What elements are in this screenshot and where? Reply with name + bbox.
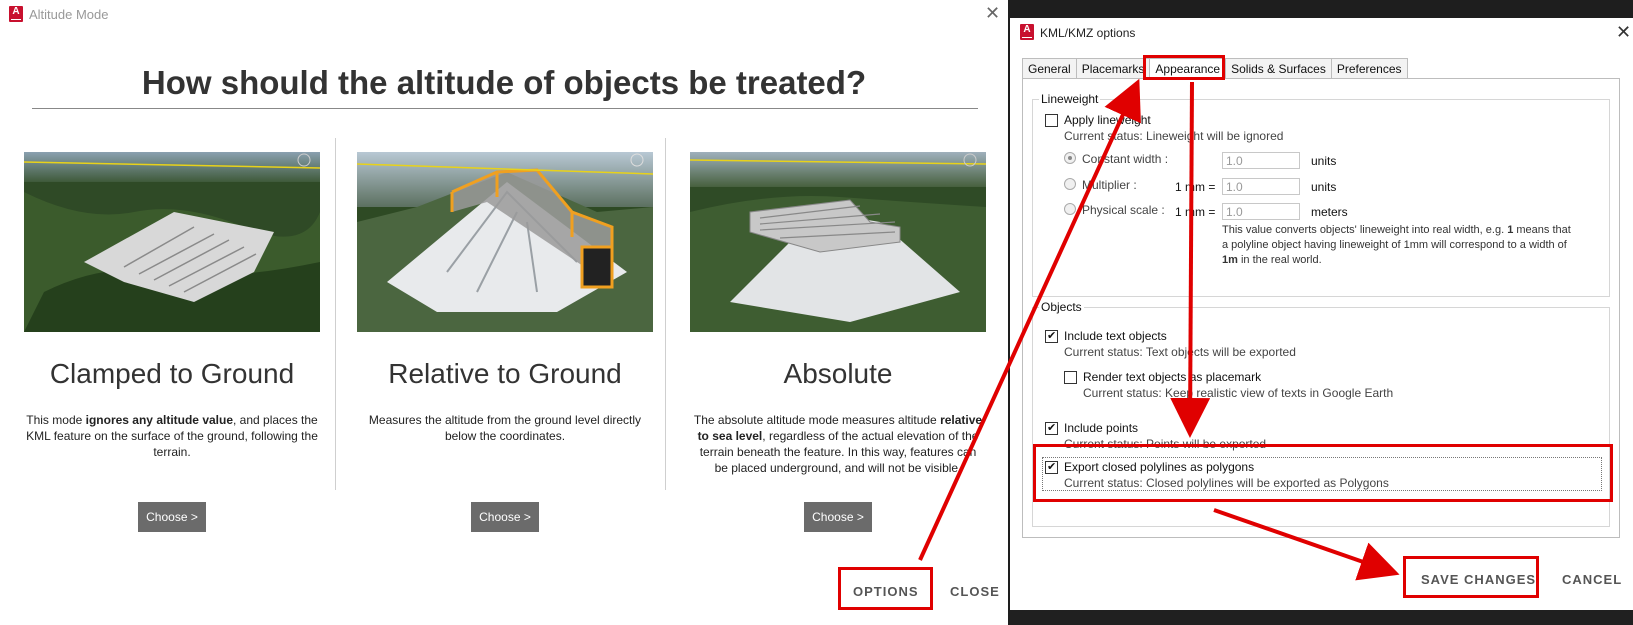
include-text-label: Include text objects	[1064, 329, 1167, 343]
mode-title: Relative to Ground	[388, 358, 622, 389]
physical-scale-input[interactable]	[1222, 203, 1300, 220]
window-title: KML/KMZ options	[1040, 26, 1136, 40]
kml-options-window: A KML/KMZ options ✕ General Placemarks A…	[1010, 18, 1633, 610]
group-label: Lineweight	[1039, 92, 1101, 106]
taskbar-strip	[1010, 610, 1633, 625]
group-label: Objects	[1039, 300, 1084, 314]
physical-scale-radio[interactable]	[1064, 203, 1076, 215]
window-title: Altitude Mode	[29, 7, 109, 22]
choose-clamped-button[interactable]: Choose >	[138, 502, 206, 532]
close-icon[interactable]: ✕	[1616, 23, 1631, 41]
physical-scale-unit: meters	[1311, 205, 1348, 219]
close-icon[interactable]: ✕	[985, 4, 1000, 22]
apply-lineweight-label: Apply lineweight	[1064, 113, 1151, 127]
tab-general[interactable]: General	[1022, 58, 1077, 79]
multiplier-radio[interactable]	[1064, 178, 1076, 190]
altitude-mode-window: A Altitude Mode ✕ How should the altitud…	[0, 0, 1008, 625]
cancel-button[interactable]: CANCEL	[1562, 572, 1622, 587]
export-polygons-label: Export closed polylines as polygons	[1064, 460, 1255, 474]
mode-description: This mode ignores any altitude value, an…	[26, 413, 318, 459]
relative-preview-image	[357, 152, 653, 332]
lineweight-note: This value converts objects' lineweight …	[1222, 224, 1571, 266]
mode-absolute: Absolute The absolute altitude mode meas…	[690, 152, 986, 476]
render-text-label: Render text objects as placemark	[1083, 370, 1262, 384]
column-divider	[335, 138, 336, 490]
physical-scale-label: Physical scale :	[1082, 203, 1165, 217]
constant-width-unit: units	[1311, 154, 1337, 168]
save-changes-button[interactable]: SAVE CHANGES	[1421, 572, 1536, 587]
include-text-checkbox[interactable]	[1045, 329, 1058, 343]
mode-title: Absolute	[783, 358, 893, 389]
multiplier-input[interactable]	[1222, 178, 1300, 195]
autodesk-app-icon: A	[1020, 24, 1034, 40]
clamped-preview-image	[24, 152, 320, 332]
physical-scale-prefix: 1 mm =	[1175, 205, 1216, 219]
autodesk-app-icon: A	[9, 6, 23, 22]
tab-solids-surfaces[interactable]: Solids & Surfaces	[1225, 58, 1332, 79]
tab-appearance[interactable]: Appearance	[1149, 58, 1227, 79]
apply-lineweight-status: Current status: Lineweight will be ignor…	[1064, 129, 1284, 143]
export-polygons-checkbox[interactable]	[1045, 460, 1058, 474]
mode-description: The absolute altitude mode measures alti…	[693, 413, 983, 475]
include-points-label: Include points	[1064, 421, 1139, 435]
page-title: How should the altitude of objects be tr…	[141, 64, 867, 101]
include-points-status: Current status: Points will be exported	[1064, 437, 1267, 451]
constant-width-radio[interactable]	[1064, 152, 1076, 164]
include-text-status: Current status: Text objects will be exp…	[1064, 345, 1296, 359]
tab-bar: General Placemarks Appearance Solids & S…	[1022, 58, 1408, 79]
constant-width-label: Constant width :	[1082, 152, 1169, 166]
multiplier-prefix: 1 mm =	[1175, 180, 1216, 194]
column-divider	[665, 138, 666, 490]
render-text-status: Current status: Keep realistic view of t…	[1083, 386, 1394, 400]
absolute-preview-image	[690, 152, 986, 332]
tab-placemarks[interactable]: Placemarks	[1075, 58, 1151, 79]
render-text-checkbox[interactable]	[1064, 371, 1077, 384]
apply-lineweight-checkbox[interactable]	[1045, 114, 1058, 127]
choose-absolute-button[interactable]: Choose >	[804, 502, 872, 532]
close-button[interactable]: CLOSE	[950, 584, 1000, 599]
include-points-checkbox[interactable]	[1045, 421, 1058, 435]
multiplier-label: Multiplier :	[1082, 178, 1137, 192]
export-polygons-status: Current status: Closed polylines will be…	[1064, 476, 1389, 490]
choose-relative-button[interactable]: Choose >	[471, 502, 539, 532]
mode-description: Measures the altitude from the ground le…	[368, 413, 642, 443]
constant-width-input[interactable]	[1222, 152, 1300, 169]
multiplier-unit: units	[1311, 180, 1337, 194]
tab-preferences[interactable]: Preferences	[1330, 58, 1408, 79]
title-divider	[32, 108, 978, 109]
lineweight-group: Lineweight Apply lineweight Current stat…	[1032, 92, 1610, 297]
options-button[interactable]: OPTIONS	[853, 584, 919, 599]
appearance-panel: Lineweight Apply lineweight Current stat…	[1022, 78, 1620, 538]
mode-clamped-to-ground: Clamped to Ground This mode ignores any …	[24, 152, 320, 460]
mode-title: Clamped to Ground	[49, 358, 295, 389]
mode-relative-to-ground: Relative to Ground Measures the altitude…	[357, 152, 653, 444]
objects-group: Objects Include text objects Current sta…	[1032, 300, 1610, 527]
